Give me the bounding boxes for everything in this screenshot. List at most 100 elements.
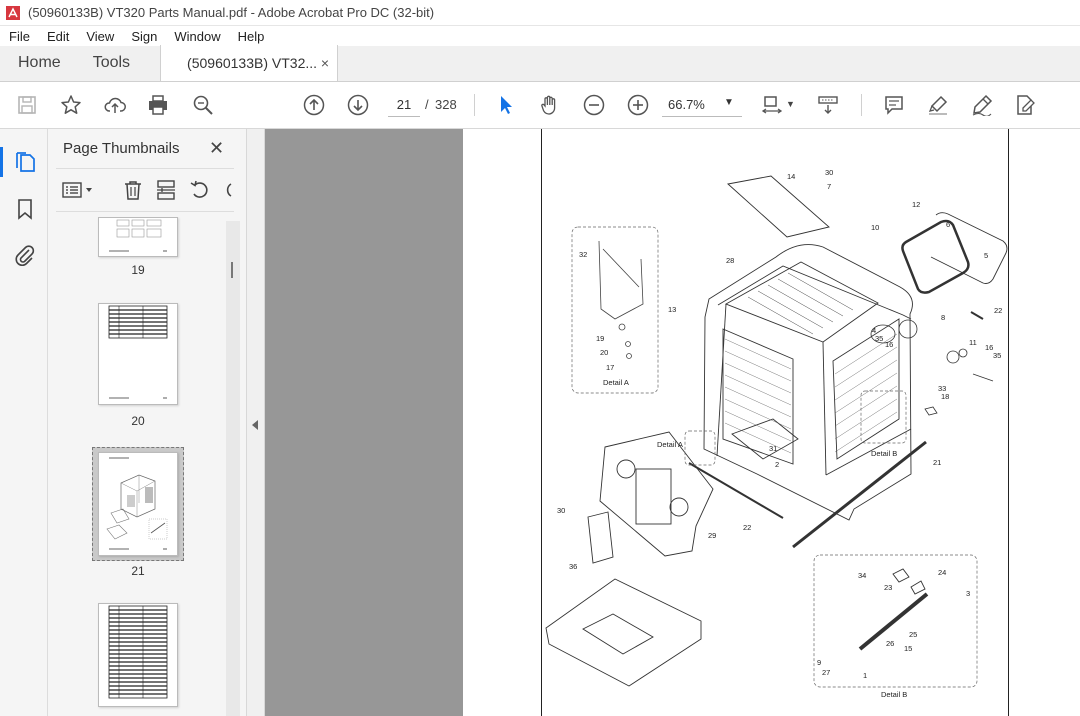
close-icon[interactable]: ✕ [209, 138, 224, 159]
print-icon[interactable] [146, 93, 170, 117]
callout-label: 6 [946, 220, 950, 229]
callout-label: 1 [863, 671, 867, 680]
menu-sign[interactable]: Sign [122, 29, 165, 44]
save-icon[interactable] [15, 93, 39, 117]
page-total: 328 [435, 97, 457, 112]
panel-divider [56, 168, 234, 169]
highlight-icon[interactable] [926, 93, 950, 117]
sign-pen-icon[interactable] [970, 93, 994, 117]
document-viewer[interactable]: 14 30 7 12 6 5 10 28 32 22 13 8 4 35 16 11 16 35 33 19 20 17 1… [265, 129, 1080, 716]
part-floor-plate [545, 578, 702, 687]
callout-label: 16 [885, 340, 893, 349]
part-cab-post [822, 341, 827, 476]
thumbnail-label: 20 [131, 414, 145, 428]
menu-file[interactable]: File [0, 29, 38, 44]
callout-label: 18 [941, 392, 949, 401]
rotate-counterclockwise-icon[interactable] [189, 179, 211, 201]
thumbnail-label: 21 [131, 564, 145, 578]
callout-label: 17 [606, 363, 614, 372]
part-roof-panel [727, 175, 830, 238]
thumbnail-page-21[interactable] [98, 452, 178, 556]
page-thumbnails-icon[interactable] [13, 150, 37, 174]
part-strip-22 [970, 311, 984, 320]
callout-label: 35 [875, 334, 883, 343]
callout-label: 31 [769, 444, 777, 453]
callout-label: 5 [984, 251, 988, 260]
tab-document[interactable]: (50960133B) VT32... × [160, 45, 339, 81]
bookmark-star-icon[interactable] [59, 93, 83, 117]
part-side-mesh-left [722, 328, 794, 465]
panel-divider [56, 211, 234, 212]
toolbar-divider [861, 94, 862, 116]
menu-edit[interactable]: Edit [38, 29, 77, 44]
hardware-parts [870, 319, 994, 416]
callout-label: 7 [827, 182, 831, 191]
thumbnail-page-20[interactable] [98, 303, 178, 405]
rotate-clockwise-icon[interactable] [220, 179, 232, 201]
page-number-input[interactable] [388, 93, 420, 117]
thumbnail-list: 19 20 21 [48, 217, 246, 716]
callout-label: 30 [557, 506, 565, 515]
detail-caption: Detail B [881, 690, 907, 699]
bookmarks-icon[interactable] [13, 197, 37, 221]
fit-page-icon[interactable] [760, 93, 784, 117]
page-separator: / [425, 97, 429, 112]
thumbnail-options-icon[interactable] [62, 179, 98, 201]
thumbnail-image [108, 605, 168, 699]
fit-chevron-icon[interactable]: ▼ [786, 99, 795, 109]
part-window-glass [930, 212, 1008, 284]
mesh-hatching [724, 333, 898, 454]
chevron-down-icon[interactable]: ▼ [724, 97, 734, 108]
tab-tools[interactable]: Tools [79, 45, 148, 81]
document-page: 14 30 7 12 6 5 10 28 32 22 13 8 4 35 16 11 16 35 33 19 20 17 1… [463, 129, 1080, 716]
callout-label: 9 [817, 658, 821, 667]
insert-page-icon[interactable] [155, 179, 177, 201]
roof-grille-hatching [747, 272, 854, 335]
edit-pdf-icon[interactable] [1013, 93, 1037, 117]
thumbnail-image [106, 457, 168, 550]
callout-label: 24 [938, 568, 946, 577]
menu-bar: File Edit View Sign Window Help [0, 26, 1080, 46]
callout-label: 12 [912, 200, 920, 209]
part-strip-21 [792, 440, 927, 549]
callout-label: 10 [871, 223, 879, 232]
panel-collapse-handle[interactable] [246, 129, 265, 716]
zoom-in-icon[interactable] [626, 93, 650, 117]
previous-page-icon[interactable] [302, 93, 326, 117]
part-front-panel-hole [669, 497, 689, 517]
upload-cloud-icon[interactable] [103, 93, 127, 117]
callout-label: 32 [579, 250, 587, 259]
part-window-seal [901, 219, 970, 294]
thumbnail-page-19[interactable] [98, 217, 178, 257]
callout-label: 28 [726, 256, 734, 265]
tab-home[interactable]: Home [0, 45, 79, 81]
callout-label: 35 [993, 351, 1001, 360]
zoom-search-icon[interactable] [191, 93, 215, 117]
tab-close-icon[interactable]: × [321, 55, 329, 71]
callout-label: 26 [886, 639, 894, 648]
attachments-icon[interactable] [13, 243, 37, 267]
menu-help[interactable]: Help [229, 29, 273, 44]
select-cursor-icon[interactable] [494, 93, 518, 117]
hand-tool-icon[interactable] [538, 93, 562, 117]
delete-icon[interactable] [122, 179, 144, 201]
thumbnail-image [108, 305, 168, 399]
thumbnail-page-22[interactable] [98, 603, 178, 707]
part-cab-front-post [716, 303, 727, 457]
caption-layer: Detail A Detail A Detail B Detail B [603, 378, 907, 699]
callout-label: 20 [600, 348, 608, 357]
next-page-icon[interactable] [346, 93, 370, 117]
comment-icon[interactable] [882, 93, 906, 117]
scroll-mode-icon[interactable] [816, 93, 840, 117]
part-floor-plate-cutout [582, 613, 654, 655]
callout-label: 2 [775, 460, 779, 469]
parts-diagram: 14 30712651028322213843516 111635331920171… [545, 168, 1008, 699]
toolbar-divider [474, 94, 475, 116]
menu-view[interactable]: View [77, 29, 122, 44]
callout-label: 21 [933, 458, 941, 467]
callout-label: 23 [884, 583, 892, 592]
collapse-arrow-icon[interactable] [252, 420, 258, 430]
callout-label: 22 [994, 306, 1002, 315]
menu-window[interactable]: Window [165, 29, 228, 44]
zoom-out-icon[interactable] [582, 93, 606, 117]
